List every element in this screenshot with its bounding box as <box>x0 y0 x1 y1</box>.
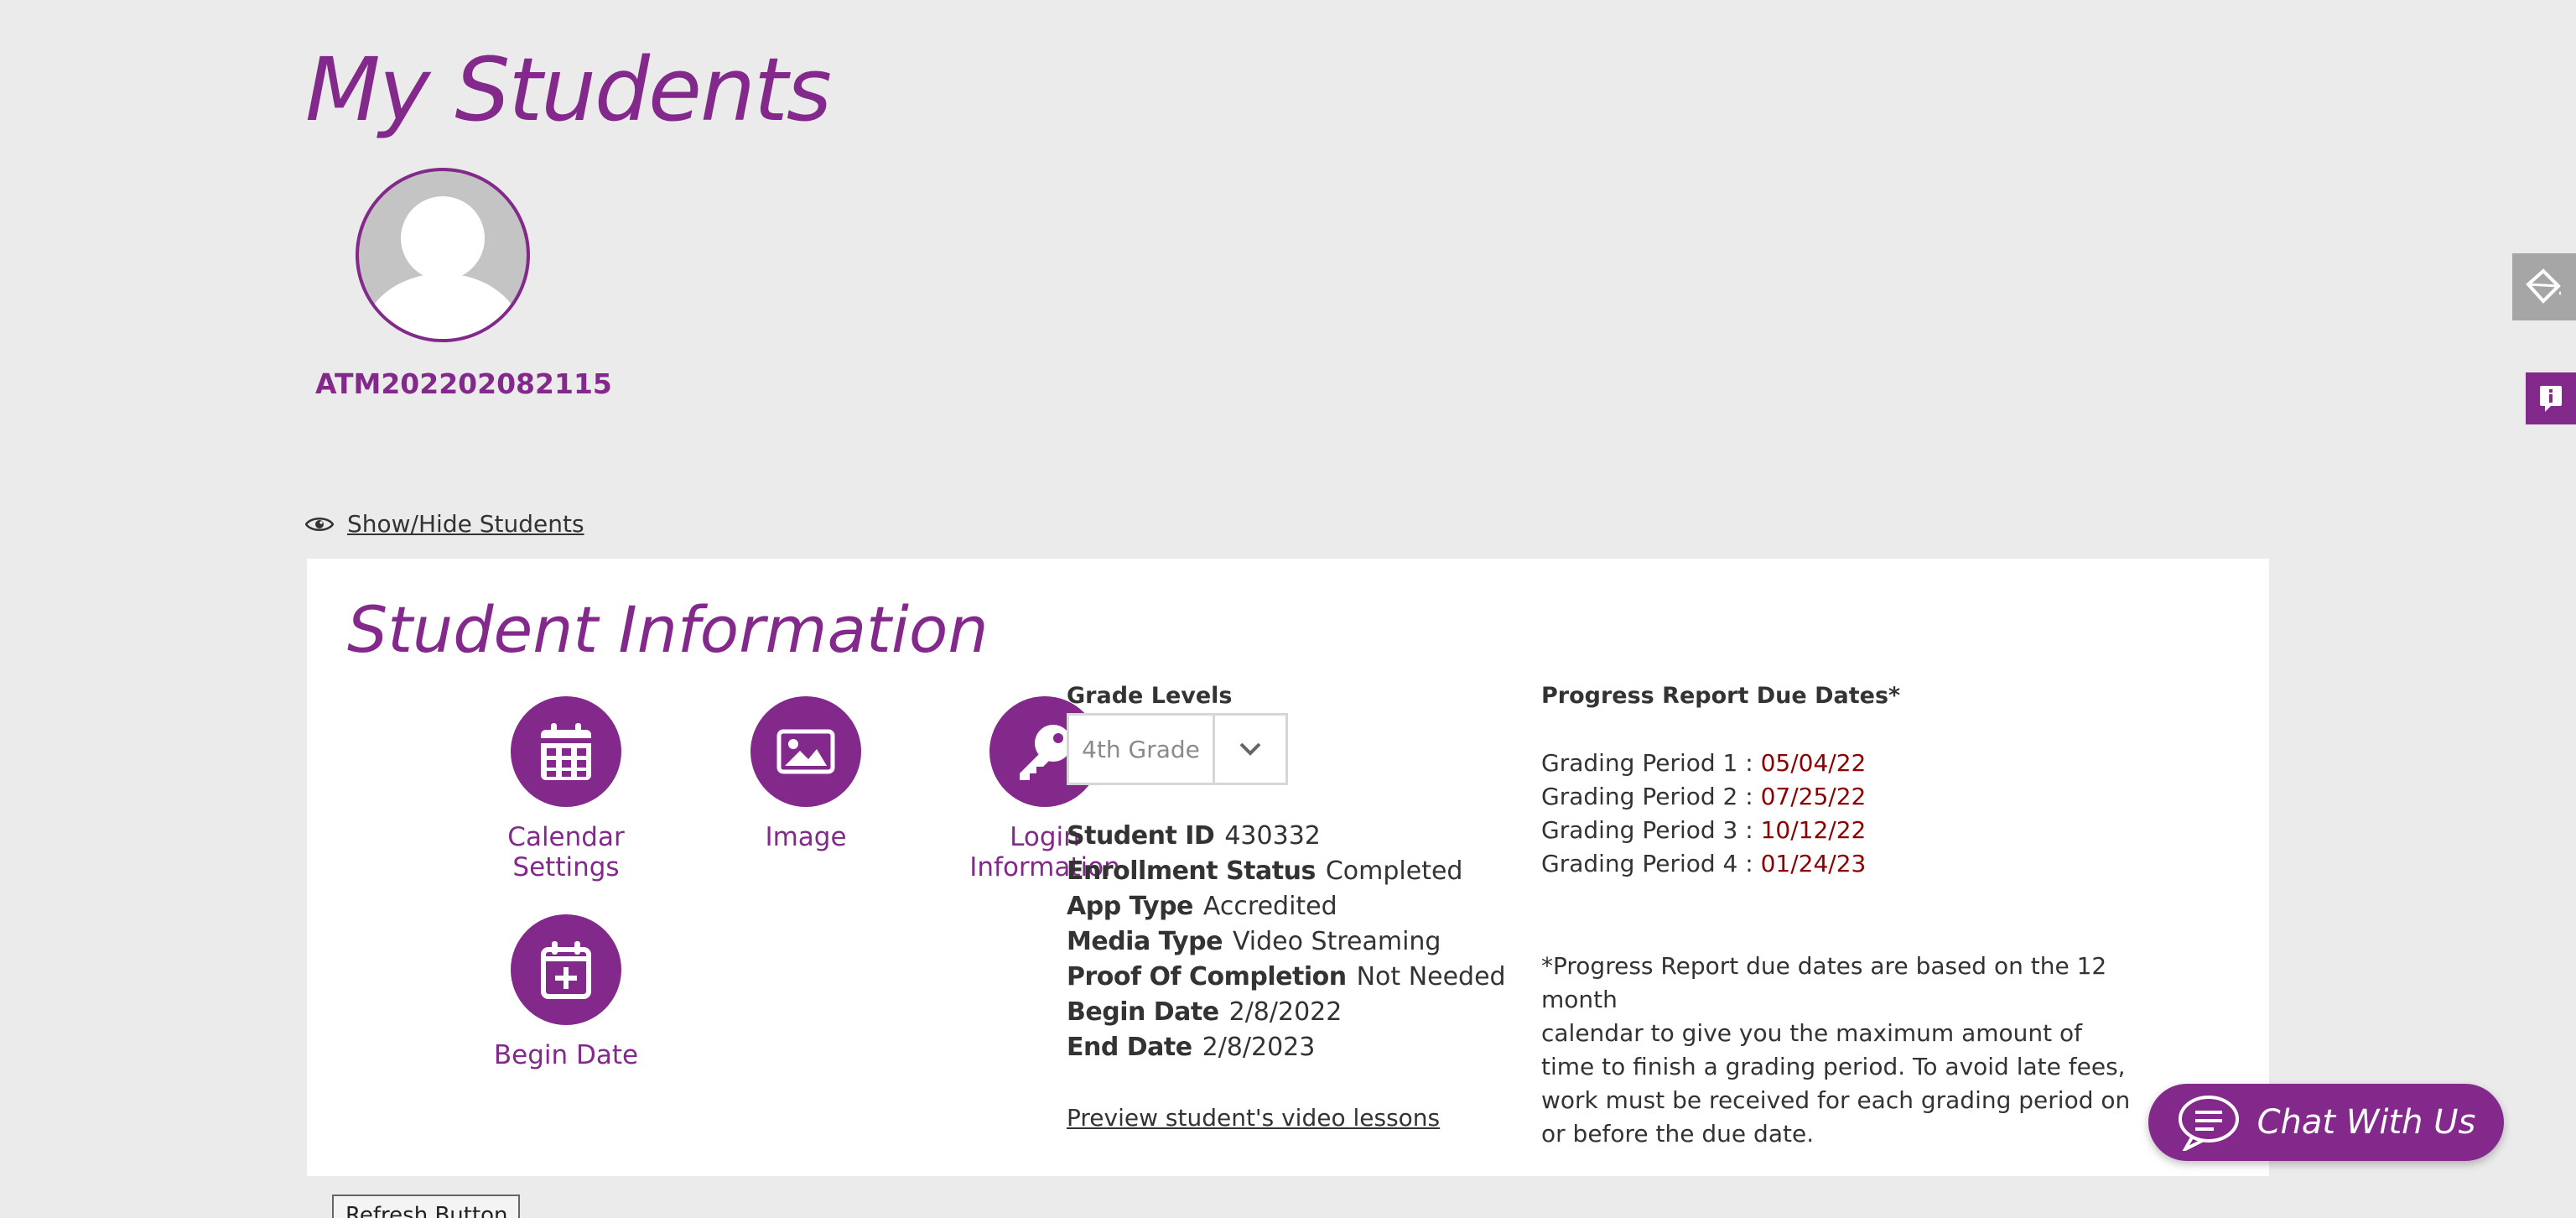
grading-period-row: Grading Period 1 : 05/04/22 <box>1541 749 1867 777</box>
feedback-side-tab[interactable] <box>2526 372 2576 424</box>
accessibility-side-tab[interactable] <box>2512 253 2576 320</box>
paint-bucket-icon <box>2526 268 2562 304</box>
student-name[interactable]: ATM202202082115 <box>315 367 612 400</box>
calendar-settings-circle <box>511 696 621 807</box>
student-details: Student ID 430332 Enrollment Status Comple… <box>1067 819 1506 1065</box>
detail-row-media-type: Media Type Video Streaming <box>1067 927 1441 956</box>
grading-periods: Grading Period 1 : 05/04/22 Grading Peri… <box>1541 747 1866 881</box>
detail-row-student-id: Student ID 430332 <box>1067 821 1321 851</box>
page-title: My Students <box>305 39 832 141</box>
chevron-down-icon <box>1239 742 1261 756</box>
grade-level-select[interactable]: 4th Grade <box>1067 713 1288 785</box>
detail-row-end-date: End Date 2/8/2023 <box>1067 1033 1316 1062</box>
avatar-body-shape <box>363 273 522 339</box>
image-icon <box>776 729 835 774</box>
calendar-settings-button[interactable]: Calendar Settings <box>465 696 667 882</box>
begin-date-circle <box>511 914 621 1025</box>
grade-levels-label: Grade Levels <box>1067 683 1233 709</box>
detail-row-enrollment-status: Enrollment Status Completed <box>1067 856 1463 886</box>
image-label: Image <box>765 822 847 852</box>
grading-period-row: Grading Period 2 : 07/25/22 <box>1541 783 1867 810</box>
student-avatar[interactable] <box>356 168 530 342</box>
progress-report-title: Progress Report Due Dates* <box>1541 683 1901 709</box>
begin-date-button[interactable]: Begin Date <box>465 914 667 1070</box>
chat-bubble-icon <box>2178 1096 2239 1151</box>
detail-row-app-type: App Type Accredited <box>1067 892 1337 921</box>
page: My Students ATM202202082115 Show/Hide St… <box>0 0 2576 1218</box>
grading-period-row: Grading Period 4 : 01/24/23 <box>1541 850 1867 877</box>
eye-icon <box>305 517 334 531</box>
avatar-head-shape <box>401 196 485 280</box>
grade-level-dropdown-toggle[interactable] <box>1215 716 1285 783</box>
preview-video-lessons-link[interactable]: Preview student's video lessons <box>1067 1104 1440 1132</box>
progress-report-note: *Progress Report due dates are based on … <box>1541 952 2131 1148</box>
image-button[interactable]: Image <box>705 696 906 852</box>
student-information-panel: Student Information Calendar Settings Im… <box>307 559 2269 1176</box>
info-bubble-icon <box>2540 386 2562 412</box>
detail-row-begin-date: Begin Date 2/8/2022 <box>1067 997 1343 1027</box>
chat-with-us-label: Chat With Us <box>2257 1103 2476 1142</box>
show-hide-students[interactable]: Show/Hide Students <box>305 510 584 538</box>
grading-period-row: Grading Period 3 : 10/12/22 <box>1541 816 1867 844</box>
show-hide-students-link[interactable]: Show/Hide Students <box>347 510 584 538</box>
begin-date-label: Begin Date <box>493 1040 639 1070</box>
calendar-icon <box>541 723 591 780</box>
refresh-button[interactable]: Refresh Button <box>332 1195 520 1218</box>
calendar-settings-label: Calendar Settings <box>507 822 625 882</box>
student-information-title: Student Information <box>347 592 989 667</box>
image-circle <box>750 696 861 807</box>
calendar-add-icon <box>541 941 591 999</box>
grade-level-value: 4th Grade <box>1069 716 1215 783</box>
chat-with-us-button[interactable]: Chat With Us <box>2148 1084 2504 1161</box>
detail-row-proof-of-completion: Proof Of Completion Not Needed <box>1067 962 1506 992</box>
